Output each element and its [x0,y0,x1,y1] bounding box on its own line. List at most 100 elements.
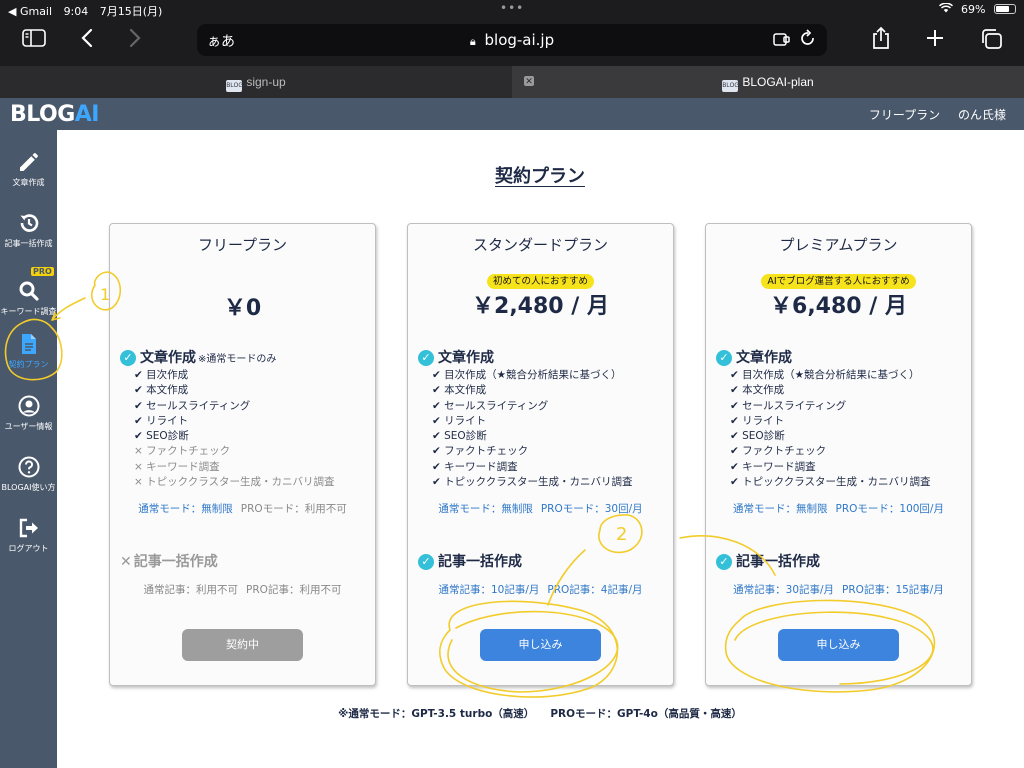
feature-item: ✔ トピッククラスター生成・カニバリ調査 [432,476,633,489]
sidebar-item-bulk[interactable]: 記事一括作成 [0,211,57,249]
address-bar[interactable]: ぁあ 🔒︎ blog-ai.jp [197,24,827,56]
feature-item: ✔ SEO診断 [134,430,189,443]
feature-list: ✔ 目次作成（★競合分析結果に基づく） ✔ 本文作成 ✔ セールスライティング … [432,368,633,490]
document-icon [0,332,57,356]
bulk-limits: 通常記事：10記事/月 PRO記事：4記事/月 [438,584,643,596]
tab-blogai-plan[interactable]: ✕ BLOGAIBLOGAI-plan [512,66,1024,98]
back-arrow-icon[interactable] [80,28,94,53]
pro-badge: PRO [31,267,54,276]
forward-arrow-icon[interactable] [128,28,142,53]
tab-overview-icon[interactable] [980,28,1004,55]
feature-item: ✔ トピッククラスター生成・カニバリ調査 [730,476,931,489]
multitasking-dots-icon[interactable]: ••• [500,1,524,15]
feature-item: ✔ リライト [134,414,189,427]
user-icon [0,394,57,418]
new-tab-plus-icon[interactable] [924,27,946,54]
current-plan-label: フリープラン [868,108,941,122]
sidebar-item-help[interactable]: BLOGAI使い方 [0,455,57,493]
status-time: 9:04 [63,5,89,18]
feature-item: ✔ ファクトチェック [432,445,529,458]
sidebar-item-logout[interactable]: ログアウト [0,516,57,554]
plan-name: スタンダードプラン [472,236,608,254]
tab-bar: BLOGAIsign-up ✕ BLOGAIBLOGAI-plan [0,66,1024,98]
sidebar-item-plan[interactable]: 契約プラン [0,332,57,370]
status-date: 7月15日(月) [99,5,163,18]
browser-chrome: ◀ Gmail 9:04 7月15日(月) ••• 69% ぁあ 🔒︎ blog… [0,0,1024,66]
feature-item-disabled: × キーワード調査 [134,460,220,473]
tab-sign-up[interactable]: BLOGAIsign-up [0,66,512,98]
bulk-limits: 通常記事：利用不可 PRO記事：利用不可 [143,584,342,596]
apply-standard-button[interactable]: 申し込み [480,629,601,661]
check-circle-icon: ✓ [120,350,136,366]
feature-item: ✔ SEO診断 [730,430,785,443]
apply-premium-button[interactable]: 申し込み [778,629,899,661]
feature-list: ✔ 目次作成（★競合分析結果に基づく） ✔ 本文作成 ✔ セールスライティング … [730,368,931,490]
feature-item: ✔ 目次作成 [134,369,189,381]
check-circle-icon: ✓ [418,350,434,366]
writing-section-title: ✓ 文章作成 [716,347,792,367]
history-icon [0,211,57,235]
sidebar: 文章作成 記事一括作成 PRO キーワード調査 契約プラン ユーザー情報 BLO… [0,130,57,768]
check-circle-icon: ✓ [418,554,434,570]
back-to-app-link[interactable]: ◀ Gmail [8,5,52,18]
pencil-icon [0,150,57,174]
bulk-section-title: ✕ 記事一括作成 [120,554,218,570]
help-icon [0,455,57,479]
battery-icon [994,4,1016,14]
writing-section-title: ✓ 文章作成 ※通常モードのみ [120,347,276,367]
feature-item: ✔ キーワード調査 [432,460,518,473]
feature-item: ✔ リライト [730,414,785,427]
current-plan-button[interactable]: 契約中 [182,629,303,661]
plan-card-free: フリープラン ￥0 ✓ 文章作成 ※通常モードのみ ✔ 目次作成 ✔ 本文作成 ✔ … [109,223,376,686]
feature-item: ✔ ファクトチェック [730,445,827,458]
sidebar-toggle-icon[interactable] [22,28,46,53]
blogai-favicon: BLOGAI [722,80,745,92]
recommend-badge: 初めての人におすすめ [408,269,673,289]
tab-label: BLOGAI-plan [742,75,814,89]
share-icon[interactable] [870,26,892,55]
page-title: 契約プラン [495,166,585,187]
feature-item: ✔ キーワード調査 [730,460,816,473]
bulk-section-title: ✓ 記事一括作成 [716,551,820,571]
feature-item: ✔ 本文作成 [432,384,487,397]
plan-price: ￥0 [223,296,262,321]
writing-section-title: ✓ 文章作成 [418,347,494,367]
recommend-badge: AIでブログ運営する人におすすめ [706,269,971,289]
feature-item-disabled: × トピッククラスター生成・カニバリ調査 [134,476,335,489]
feature-item: ✔ セールスライティング [134,399,251,412]
feature-item: ✔ SEO診断 [432,430,487,443]
sidebar-item-writing[interactable]: 文章作成 [0,150,57,188]
plan-card-premium: プレミアムプラン AIでブログ運営する人におすすめ ￥6,480 / 月 ✓ 文章… [705,223,972,686]
feature-list: ✔ 目次作成 ✔ 本文作成 ✔ セールスライティング ✔ リライト ✔ SEO診… [134,368,335,490]
feature-item: ✔ 本文作成 [134,384,189,397]
logout-icon [0,516,57,540]
check-circle-icon: ✓ [716,350,732,366]
lock-icon: 🔒︎ [469,35,476,48]
feature-item: ✔ 目次作成（★競合分析結果に基づく） [432,369,622,381]
bulk-section-title: ✓ 記事一括作成 [418,551,522,571]
mode-limits: 通常モード：無制限 PROモード：30回/月 [438,503,643,515]
user-name[interactable]: のん氏様 [958,108,1006,122]
blogai-favicon: BLOGAI [226,80,249,92]
feature-item: ✔ セールスライティング [730,399,847,412]
bulk-limits: 通常記事：30記事/月 PRO記事：15記事/月 [733,584,944,596]
mode-limits: 通常モード：無制限 PROモード：利用不可 [138,503,347,515]
plan-price: ￥6,480 / 月 [770,294,907,319]
feature-item: ✔ 本文作成 [730,384,785,397]
blogai-logo[interactable]: BLOGAI [10,102,99,127]
extension-icon[interactable] [773,31,791,51]
wifi-icon [938,2,957,16]
app-header: BLOGAI フリープラン のん氏様 [0,98,1024,130]
plan-name: フリープラン [197,236,288,254]
search-icon [0,279,57,303]
feature-item: ✔ リライト [432,414,487,427]
feature-item: ✔ 目次作成（★競合分析結果に基づく） [730,369,920,381]
reload-icon[interactable] [799,29,817,53]
sidebar-item-keyword[interactable]: PRO キーワード調査 [0,267,57,317]
sidebar-item-user[interactable]: ユーザー情報 [0,394,57,432]
status-bar: ◀ Gmail 9:04 7月15日(月) ••• 69% [0,0,1024,20]
model-footnote: ※通常モード：GPT-3.5 turbo（高速） PROモード：GPT-4o（高品… [338,708,742,720]
x-mark-icon: ✕ [120,554,132,570]
mode-limits: 通常モード：無制限 PROモード：100回/月 [733,503,944,515]
plan-name: プレミアムプラン [779,236,898,254]
